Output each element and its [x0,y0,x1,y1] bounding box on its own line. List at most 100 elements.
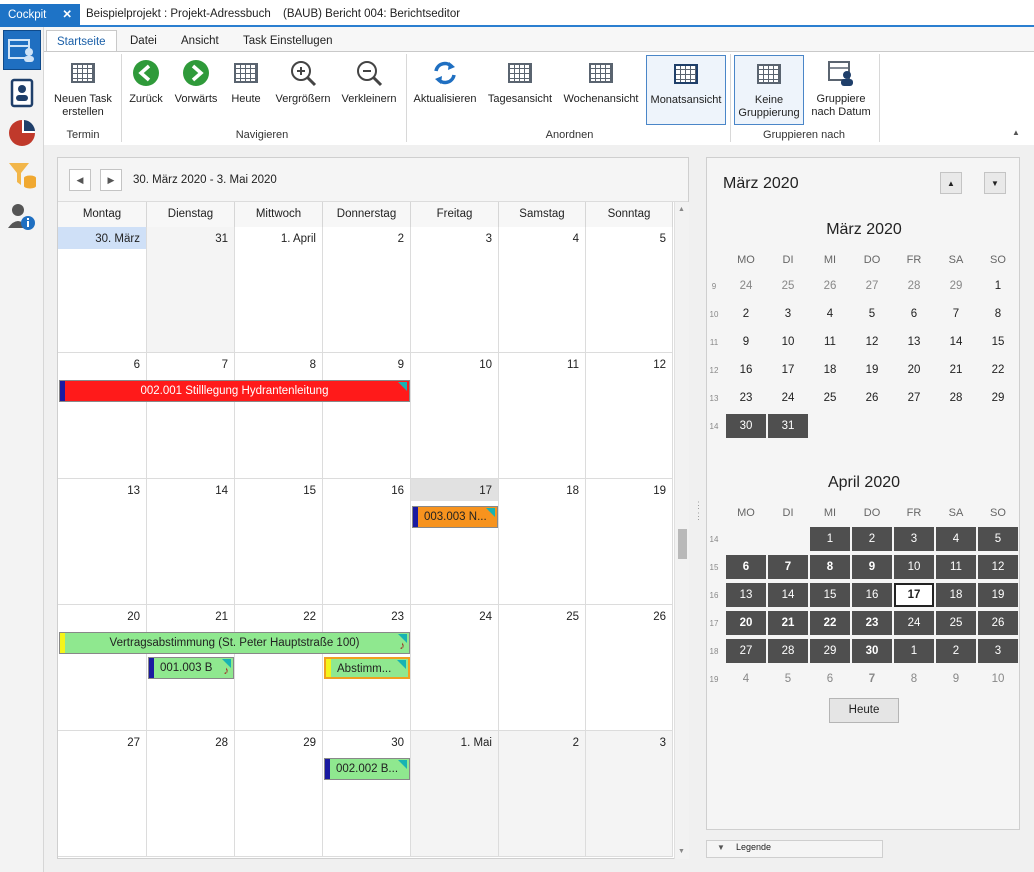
mini-day[interactable]: 31 [768,414,808,438]
day-cell[interactable]: 3 [411,227,499,353]
mini-day[interactable]: 20 [894,358,934,382]
mini-day[interactable]: 11 [936,555,976,579]
no-grouping-button[interactable]: Keine Gruppierung [734,55,804,125]
day-cell[interactable]: 12 [586,353,673,479]
day-cell[interactable]: 24 [411,605,499,731]
mini-day[interactable]: 5 [768,667,808,691]
mini-day[interactable]: 2 [852,527,892,551]
day-cell[interactable]: 31 [147,227,235,353]
mini-day[interactable]: 19 [978,583,1018,607]
day-cell[interactable]: 30 [323,731,411,857]
appointment-e6[interactable]: 002.002 B... [324,758,410,780]
mini-day[interactable]: 7 [852,667,892,691]
next-period-button[interactable]: ▶ [100,169,122,191]
mini-day[interactable]: 3 [978,639,1018,663]
mini-day[interactable]: 24 [894,611,934,635]
day-cell[interactable]: 5 [586,227,673,353]
mini-day[interactable]: 7 [768,555,808,579]
mini-day[interactable]: 30 [726,414,766,438]
day-cell[interactable]: 9 [323,353,411,479]
mini-day[interactable]: 1 [810,527,850,551]
mini-day[interactable]: 2 [936,639,976,663]
mini-day[interactable]: 14 [768,583,808,607]
mini-day[interactable]: 9 [936,667,976,691]
week-view-button[interactable]: Wochenansicht [562,58,640,106]
address-book-module-button[interactable] [3,73,41,113]
day-cell[interactable]: 18 [499,479,586,605]
mini-day[interactable]: 6 [894,302,934,326]
day-cell[interactable]: 11 [499,353,586,479]
mini-day[interactable]: 27 [894,386,934,410]
mini-day[interactable]: 28 [894,274,934,298]
today-button[interactable]: Heute [228,58,264,106]
zoom-in-button[interactable]: Vergrößern [272,58,334,106]
previous-period-button[interactable]: ◀ [69,169,91,191]
mini-day[interactable]: 10 [894,555,934,579]
mini-day[interactable]: 12 [852,330,892,354]
tab-cockpit[interactable]: Cockpit ✕ [0,4,80,27]
mini-day[interactable]: 2 [726,302,766,326]
mini-day[interactable]: 29 [936,274,976,298]
mini-day[interactable]: 10 [978,667,1018,691]
tab-projekt-adressbuch[interactable]: Beispielprojekt : Projekt-Adressbuch [78,3,279,25]
back-button[interactable]: Zurück [126,58,166,106]
day-cell[interactable]: 27 [58,731,147,857]
day-cell[interactable]: 2 [323,227,411,353]
mini-day[interactable]: 17 [768,358,808,382]
mini-day[interactable]: 4 [726,667,766,691]
mini-day[interactable]: 26 [810,274,850,298]
mini-day[interactable]: 20 [726,611,766,635]
mini-day[interactable]: 3 [768,302,808,326]
mini-day[interactable]: 14 [936,330,976,354]
mini-day[interactable]: 23 [726,386,766,410]
collapse-ribbon-icon[interactable]: ▲ [1012,128,1020,137]
scroll-up-icon[interactable]: ▲ [678,206,685,213]
zoom-out-button[interactable]: Verkleinern [340,58,398,106]
mini-day[interactable]: 25 [810,386,850,410]
today-navigator-button[interactable]: Heute [829,698,899,723]
mini-day[interactable]: 25 [936,611,976,635]
mini-day[interactable]: 19 [852,358,892,382]
mini-day[interactable]: 21 [936,358,976,382]
appointment-e2[interactable]: 003.003 N... [412,506,498,528]
day-cell[interactable]: 2 [499,731,586,857]
ribbon-tab-datei[interactable]: Datei [120,30,167,52]
day-cell[interactable]: 30. März [58,227,147,353]
reports-module-button[interactable] [3,113,41,153]
mini-day[interactable]: 5 [978,527,1018,551]
mini-day[interactable]: 29 [810,639,850,663]
mini-day[interactable]: 28 [768,639,808,663]
mini-day[interactable]: 15 [810,583,850,607]
scrollbar-thumb[interactable] [678,529,687,559]
mini-day[interactable]: 28 [936,386,976,410]
mini-day[interactable]: 18 [936,583,976,607]
day-cell[interactable]: 28 [147,731,235,857]
mini-day[interactable]: 12 [978,555,1018,579]
mini-day[interactable]: 8 [978,302,1018,326]
mini-day[interactable]: 8 [894,667,934,691]
day-cell[interactable]: 6 [58,353,147,479]
new-task-button[interactable]: Neuen Task erstellen [50,58,116,119]
mini-day[interactable]: 27 [852,274,892,298]
day-cell[interactable]: 19 [586,479,673,605]
mini-day[interactable]: 13 [726,583,766,607]
mini-day[interactable]: 13 [894,330,934,354]
mini-day[interactable]: 9 [726,330,766,354]
mini-day[interactable]: 1 [894,639,934,663]
navigator-prev-button[interactable]: ▲ [940,172,962,194]
mini-day[interactable]: 8 [810,555,850,579]
mini-day[interactable]: 7 [936,302,976,326]
mini-day[interactable]: 18 [810,358,850,382]
mini-day[interactable]: 25 [768,274,808,298]
mini-day[interactable]: 22 [810,611,850,635]
appointment-e3[interactable]: Vertragsabstimmung (St. Peter Hauptstraß… [59,632,410,654]
mini-day[interactable]: 11 [810,330,850,354]
day-cell[interactable]: 22 [235,605,323,731]
mini-day[interactable]: 16 [726,358,766,382]
day-cell[interactable]: 17 [411,479,499,605]
forward-button[interactable]: Vorwärts [172,58,220,106]
day-cell[interactable]: 4 [499,227,586,353]
mini-day[interactable]: 1 [978,274,1018,298]
day-cell[interactable]: 3 [586,731,673,857]
mini-day[interactable]: 22 [978,358,1018,382]
